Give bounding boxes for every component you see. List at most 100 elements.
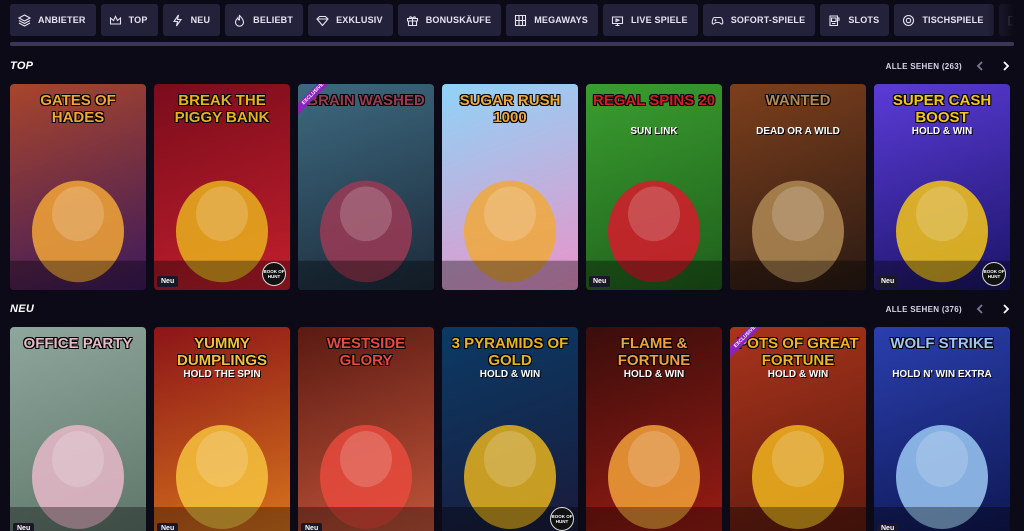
next-arrow-top[interactable] [998,58,1014,74]
game-artwork [154,367,290,531]
nav-pill-neu[interactable]: NEU [162,4,221,36]
slot-machine-icon [829,14,840,26]
game-subtitle: HOLD & WIN [911,126,973,137]
category-nav-scrollbar-thumb[interactable] [10,42,1014,46]
new-badge: Neu [301,523,323,531]
category-nav-scrollbar[interactable] [10,42,1014,46]
game-title: GATES OF HADES [40,92,116,126]
game-tile[interactable]: BREAK the PIGGY BANK BOOK OF HUNT Neu [154,84,290,290]
game-title: OFFICE PARTY [23,335,133,352]
section-title-top: TOP [10,60,34,72]
game-artwork [298,367,434,531]
game-tile[interactable]: 3 PYRAMIDS OF GOLD HOLD & WIN BOOK OF HUNT [442,327,578,531]
game-title: Sugar Rush 1000 [459,92,561,126]
game-title: 3 PYRAMIDS OF GOLD [451,335,569,369]
nav-pill-label: BONUSKÄUFE [425,15,492,25]
gift-icon [406,15,418,26]
nav-pill-sofort-spiele[interactable]: SOFORT-SPIELE [702,4,816,36]
nav-pill-top[interactable]: TOP [100,4,158,36]
nav-pill-megaways[interactable]: MEGAWAYS [506,4,598,36]
game-tile[interactable]: BRAIN WASHED EXCLUSIVE [298,84,434,290]
game-artwork [730,367,866,531]
casino-page: ANBIETER TOP NEU BELIEBT EXKLUSIV BONUSKÄUFE M… [0,0,1024,531]
flame-icon [235,14,245,27]
new-badge: Neu [589,276,611,287]
diamond-icon [316,15,329,26]
game-tile[interactable]: WANTED DEAD OR A WILD [730,84,866,290]
nav-pill-label: SLOTS [848,15,880,25]
game-artwork [586,367,722,531]
game-title: SUPER CASH BOOST [892,92,992,126]
game-row-top: GATES OF HADES BREAK the PIGGY BANK BOOK O… [10,84,1014,290]
game-subtitle: HOLD & WIN [623,369,685,380]
new-badge: Neu [877,276,899,287]
game-title: FLAME & FORTUNE [617,335,691,369]
game-subtitle: HOLD N' WIN EXTRA [892,369,992,380]
prev-arrow-top[interactable] [972,58,988,74]
game-title: YUMMY DUMPLINGS [177,335,267,369]
game-artwork [298,124,434,290]
nav-pill-label: EXKLUSIV [336,15,383,25]
game-tile[interactable]: FLAME & FORTUNE HOLD & WIN [586,327,722,531]
nav-pill-label: MEGAWAYS [534,15,588,25]
nav-pill-label: BELIEBT [253,15,294,25]
game-tile[interactable]: GATES OF HADES [10,84,146,290]
nav-pill-slots[interactable]: SLOTS [820,4,890,36]
nav-pill-label: LIVE SPIELE [630,15,688,25]
nav-pill-bonuskäufe[interactable]: BONUSKÄUFE [397,4,502,36]
nav-pill-label: NEU [190,15,211,25]
gamepad-icon [711,16,723,25]
game-row-neu: OFFICE PARTY Neu YUMMY DUMPLINGS HOLD THE S… [10,327,1014,531]
game-tile[interactable]: REGAL SPINS 20 SUN LINK Neu [586,84,722,290]
game-artwork [586,124,722,290]
game-subtitle: HOLD THE SPIN [183,369,261,380]
game-subtitle: HOLD & WIN [479,369,541,380]
nav-pill-label: TISCHSPIELE [922,15,984,25]
game-tile[interactable]: Westside Glory Neu [298,327,434,531]
game-subtitle: HOLD & WIN [767,369,829,380]
game-subtitle: SUN LINK [630,126,678,137]
book-of-hunt-badge: BOOK OF HUNT [262,262,286,286]
lightning-icon [172,14,182,26]
see-all-neu-link[interactable]: ALLE SEHEN (376) [886,305,962,314]
game-artwork [874,367,1010,531]
nav-pill-tischspiele[interactable]: TISCHSPIELE [894,4,994,36]
game-title: Westside Glory [326,335,406,369]
game-tile[interactable]: YUMMY DUMPLINGS HOLD THE SPIN Neu [154,327,290,531]
grid-icon [515,14,527,26]
nav-pill-anbieter[interactable]: ANBIETER [10,4,96,36]
crown-icon [109,14,121,25]
book-of-hunt-badge: BOOK OF HUNT [982,262,1006,286]
new-badge: Neu [157,276,179,287]
section-header-neu: NEU ALLE SEHEN (376) [10,301,1014,317]
game-title: BREAK the PIGGY BANK [174,92,270,126]
game-tile[interactable]: POTS of GREAT FORTUNE HOLD & WIN EXCLUSIVE [730,327,866,531]
game-tile[interactable]: OFFICE PARTY Neu [10,327,146,531]
prev-arrow-neu[interactable] [972,301,988,317]
game-artwork [730,124,866,290]
game-tile[interactable]: WOLF STRIKE HOLD N' WIN EXTRA Neu [874,327,1010,531]
new-badge: Neu [157,523,179,531]
game-artwork [442,367,578,531]
nav-pill-label: TOP [128,15,148,25]
game-title: BRAIN WASHED [307,92,425,109]
new-badge: Neu [13,523,35,531]
game-tile[interactable]: SUPER CASH BOOST HOLD & WIN BOOK OF HUNT Ne… [874,84,1010,290]
see-all-top-link[interactable]: ALLE SEHEN (263) [886,62,962,71]
game-title: POTS of GREAT FORTUNE [737,335,859,369]
nav-pill-beliebt[interactable]: BELIEBT [225,4,304,36]
nav-pill-exklusiv[interactable]: EXKLUSIV [308,4,393,36]
section-title-neu: NEU [10,303,35,315]
chevron-right-icon [1003,61,1010,71]
nav-pill-label: SOFORT-SPIELE [730,15,806,25]
game-artwork [10,124,146,290]
nav-pill-alle[interactable]: ALLE [998,4,1014,36]
nav-pill-live-spiele[interactable]: LIVE SPIELE [602,4,698,36]
game-title: REGAL SPINS 20 [592,92,716,109]
section-controls-top: ALLE SEHEN (263) [886,58,1014,74]
section-controls-neu: ALLE SEHEN (376) [886,301,1014,317]
game-tile[interactable]: Sugar Rush 1000 [442,84,578,290]
next-arrow-neu[interactable] [998,301,1014,317]
game-title: WANTED [765,92,831,109]
new-badge: Neu [877,523,899,531]
